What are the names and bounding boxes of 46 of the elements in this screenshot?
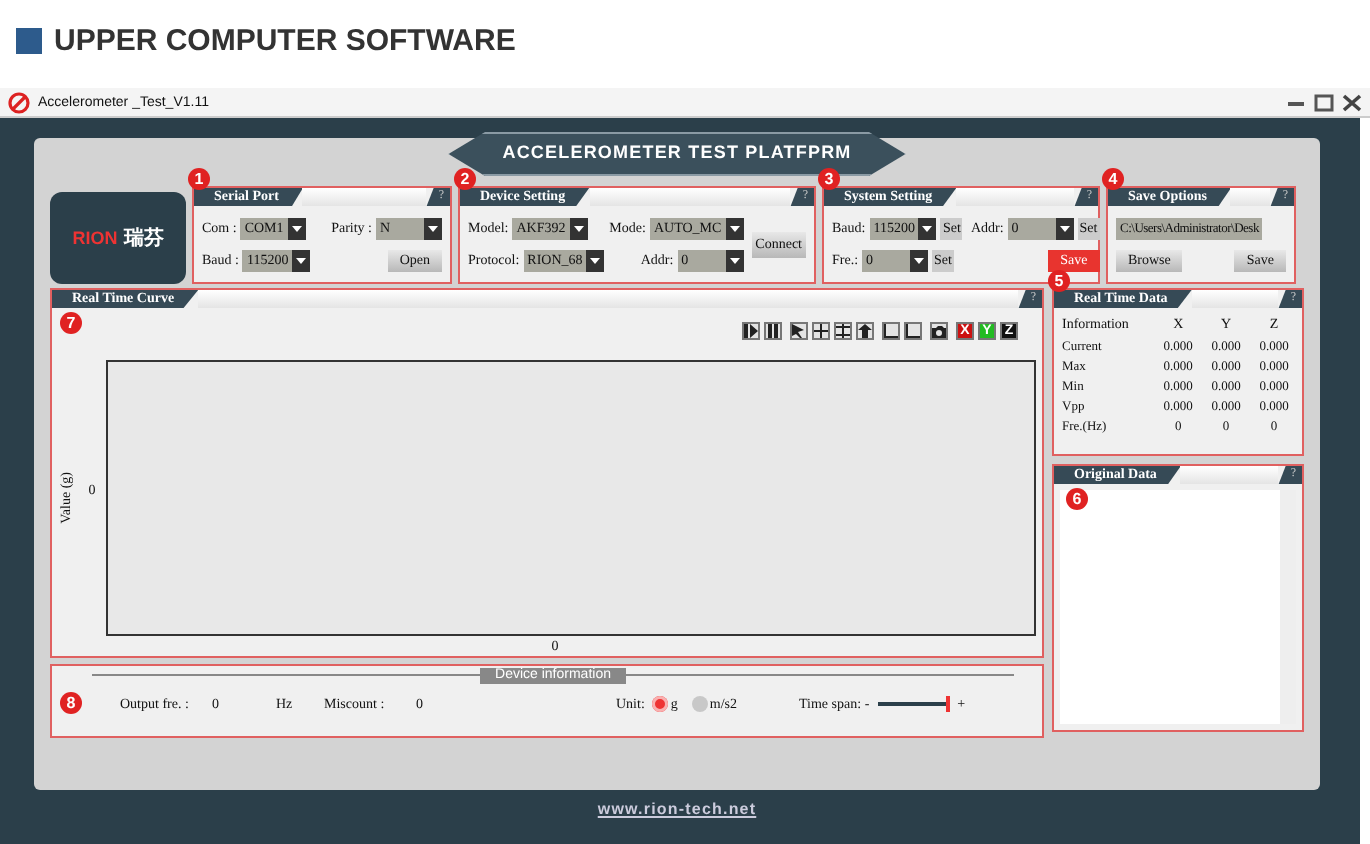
caret-icon — [569, 217, 588, 239]
title-bar-strip — [302, 188, 427, 206]
square-bullet-icon — [16, 27, 42, 53]
toolbar-button[interactable] — [834, 322, 852, 340]
number-badge: 1 — [188, 168, 210, 190]
arrow-up-icon — [858, 324, 872, 338]
caret-icon — [292, 249, 311, 271]
caret-icon — [725, 217, 744, 239]
toolbar-button[interactable] — [856, 322, 874, 340]
title-bar-strip — [1191, 290, 1279, 308]
pause-icon — [766, 324, 780, 338]
caret-icon — [424, 217, 442, 239]
caret-icon — [1055, 217, 1074, 239]
toolbar-button[interactable] — [742, 322, 760, 340]
toolbar-button[interactable] — [812, 322, 830, 340]
toolbar-button[interactable] — [882, 322, 900, 340]
number-badge: 2 — [454, 168, 476, 190]
camera-icon — [932, 324, 946, 338]
cursor-icon — [792, 324, 806, 338]
page-heading: UPPER COMPUTER SOFTWARE — [54, 23, 516, 57]
step-icon — [744, 324, 758, 338]
number-badge: 8 — [60, 692, 82, 714]
caret-icon — [725, 249, 744, 271]
caret-icon — [586, 249, 605, 271]
close-icon[interactable] — [1342, 93, 1362, 111]
toolbar-button[interactable] — [764, 322, 782, 340]
toolbar-button[interactable] — [790, 322, 808, 340]
caret-icon — [910, 249, 929, 271]
toolbar-button[interactable] — [930, 322, 948, 340]
number-badge: 3 — [818, 168, 840, 190]
number-badge: 6 — [1066, 488, 1088, 510]
maximize-icon[interactable] — [1314, 93, 1334, 111]
logo: RION 瑞芬 — [50, 192, 186, 284]
caret-icon — [918, 217, 937, 239]
lines-icon — [836, 324, 850, 338]
prohibited-icon — [8, 91, 30, 113]
number-badge: 5 — [1048, 270, 1070, 292]
number-badge: 7 — [60, 312, 82, 334]
title-bar-strip — [956, 188, 1075, 206]
title-bar-strip — [1180, 466, 1279, 484]
toolbar-button[interactable] — [904, 322, 922, 340]
title-bar-strip — [1230, 188, 1271, 206]
caret-icon — [288, 217, 307, 239]
website-link[interactable]: www.rion-tech.net — [597, 800, 757, 818]
plus-icon — [814, 324, 828, 338]
number-badge: 4 — [1102, 168, 1124, 190]
